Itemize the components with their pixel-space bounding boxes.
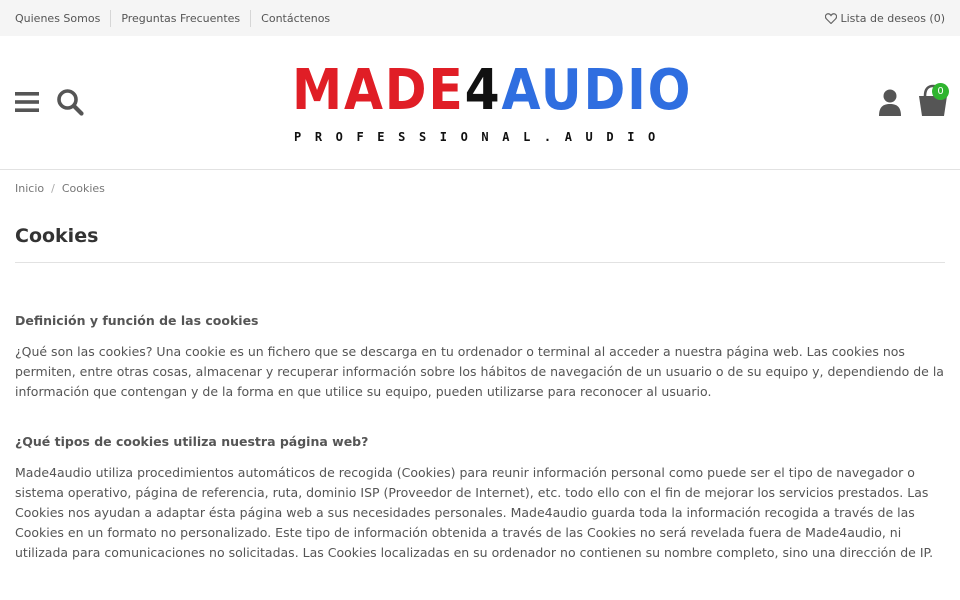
nav-divider xyxy=(110,9,112,27)
logo-wordmark: MADE4AUDIO xyxy=(292,58,693,123)
wishlist-link[interactable]: Lista de deseos (0) xyxy=(824,0,946,36)
top-bar: Quienes Somos Preguntas Frecuentes Contá… xyxy=(0,0,960,36)
link-contactenos[interactable]: Contáctenos xyxy=(261,12,330,25)
page-content: Definición y función de las cookies ¿Qué… xyxy=(15,312,945,562)
logo-subtitle: PROFESSIONAL.AUDIO xyxy=(294,130,669,144)
heart-icon xyxy=(824,12,837,24)
cart-count-badge: 0 xyxy=(932,83,949,100)
page-title: Cookies xyxy=(15,225,99,247)
section-body: ¿Qué son las cookies? Una cookie es un f… xyxy=(15,344,944,399)
user-icon[interactable] xyxy=(878,88,902,116)
section-heading: Definición y función de las cookies xyxy=(15,313,259,328)
breadcrumb-separator: / xyxy=(51,182,55,195)
link-preguntas-frecuentes[interactable]: Preguntas Frecuentes xyxy=(121,12,240,25)
section-heading: ¿Qué tipos de cookies utiliza nuestra pá… xyxy=(15,434,369,450)
wishlist-label: Lista de deseos (0) xyxy=(840,11,946,25)
site-logo[interactable]: MADE4AUDIO PROFESSIONAL.AUDIO xyxy=(292,58,691,148)
title-divider xyxy=(15,262,945,263)
menu-icon[interactable] xyxy=(15,92,39,112)
breadcrumb-current: Cookies xyxy=(61,182,105,195)
breadcrumb: Inicio / Cookies xyxy=(15,182,105,195)
nav-divider xyxy=(250,9,252,27)
section-body: Made4audio utiliza procedimientos automá… xyxy=(15,465,934,560)
site-header: MADE4AUDIO PROFESSIONAL.AUDIO 0 xyxy=(0,36,960,170)
top-nav: Quienes Somos Preguntas Frecuentes Contá… xyxy=(15,0,330,36)
breadcrumb-home[interactable]: Inicio xyxy=(15,182,44,195)
link-quienes-somos[interactable]: Quienes Somos xyxy=(15,12,100,25)
search-icon[interactable] xyxy=(56,88,84,116)
